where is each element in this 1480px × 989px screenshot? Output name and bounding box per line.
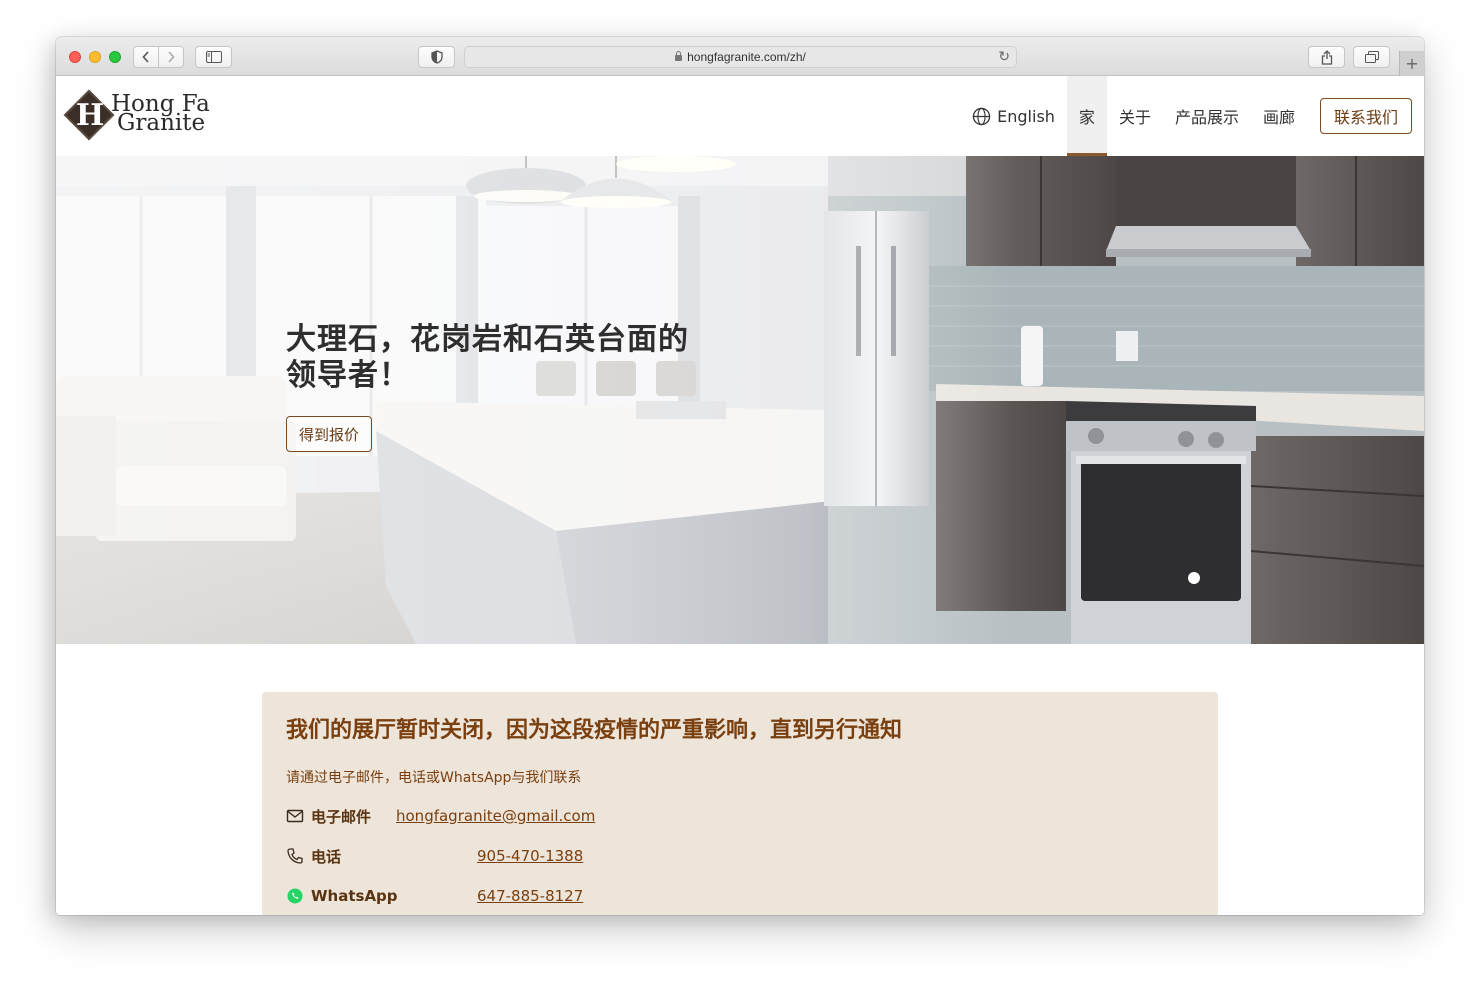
whatsapp-icon <box>287 888 303 904</box>
zoom-window-button[interactable] <box>109 51 121 63</box>
closure-notice: 我们的展厅暂时关闭，因为这段疫情的严重影响，直到另行通知 请通过电子邮件，电话或… <box>262 692 1218 915</box>
browser-window: hongfagranite.com/zh/ ↻ + H Hong Fa Gran… <box>56 37 1424 915</box>
contact-row-email: 电子邮件 hongfagranite@gmail.com <box>286 805 595 827</box>
chevron-right-icon <box>168 51 175 63</box>
notice-title: 我们的展厅暂时关闭，因为这段疫情的严重影响，直到另行通知 <box>286 718 903 743</box>
nav-item-products[interactable]: 产品展示 <box>1163 76 1251 156</box>
contact-label-email: 电子邮件 <box>311 807 372 826</box>
site-header: H Hong Fa Granite English 家 关于 产品展示 画廊 联… <box>56 76 1424 156</box>
lock-icon <box>675 51 683 61</box>
minimize-window-button[interactable] <box>89 51 101 63</box>
globe-icon <box>972 107 991 125</box>
contact-label-whatsapp: WhatsApp <box>311 887 398 905</box>
sidebar-toggle-button[interactable] <box>195 46 232 68</box>
phone-link[interactable]: 905-470-1388 <box>477 847 583 865</box>
language-switcher[interactable]: English <box>972 107 1055 126</box>
whatsapp-link[interactable]: 647-885-8127 <box>477 887 583 905</box>
browser-toolbar: hongfagranite.com/zh/ ↻ + <box>56 37 1424 76</box>
share-button[interactable] <box>1308 46 1345 68</box>
contact-row-phone: 电话 905-470-1388 <box>286 845 583 867</box>
contact-label-phone: 电话 <box>311 847 342 866</box>
chevron-left-icon <box>142 51 149 63</box>
contact-row-whatsapp: WhatsApp 647-885-8127 <box>286 885 583 907</box>
shield-icon <box>430 50 443 64</box>
tabs-icon <box>1364 51 1379 63</box>
nav-item-about[interactable]: 关于 <box>1107 76 1163 156</box>
close-window-button[interactable] <box>69 51 81 63</box>
site-logo[interactable]: H Hong Fa Granite <box>61 89 221 141</box>
tab-overview-button[interactable] <box>1353 46 1390 68</box>
email-link[interactable]: hongfagranite@gmail.com <box>396 807 595 825</box>
reload-icon[interactable]: ↻ <box>998 48 1010 65</box>
phone-icon <box>287 848 303 864</box>
forward-button[interactable] <box>158 46 184 68</box>
back-button[interactable] <box>133 46 159 68</box>
main-nav: English 家 关于 产品展示 画廊 联系我们 <box>972 76 1412 156</box>
nav-item-gallery[interactable]: 画廊 <box>1251 76 1307 156</box>
hero-title: 大理石，花岗岩和石英台面的领导者！ <box>286 322 689 393</box>
nav-item-home[interactable]: 家 <box>1066 76 1107 156</box>
mail-icon <box>286 809 304 823</box>
address-bar[interactable]: hongfagranite.com/zh/ ↻ <box>464 46 1017 68</box>
new-tab-button[interactable]: + <box>1399 51 1424 76</box>
notice-subtitle: 请通过电子邮件，电话或WhatsApp与我们联系 <box>286 770 582 786</box>
share-icon <box>1321 49 1332 65</box>
contact-us-button[interactable]: 联系我们 <box>1319 98 1412 134</box>
get-quote-button[interactable]: 得到报价 <box>286 416 373 452</box>
sidebar-icon <box>205 51 222 63</box>
kitchen-hero-image <box>56 156 1424 644</box>
privacy-report-button[interactable] <box>418 46 455 68</box>
url-text: hongfagranite.com/zh/ <box>687 50 806 64</box>
hero-banner: 大理石，花岗岩和石英台面的领导者！ 得到报价 <box>56 156 1424 644</box>
logo-letter: H <box>75 98 105 133</box>
language-label: English <box>997 106 1055 126</box>
logo-text-line2: Granite <box>117 110 206 136</box>
